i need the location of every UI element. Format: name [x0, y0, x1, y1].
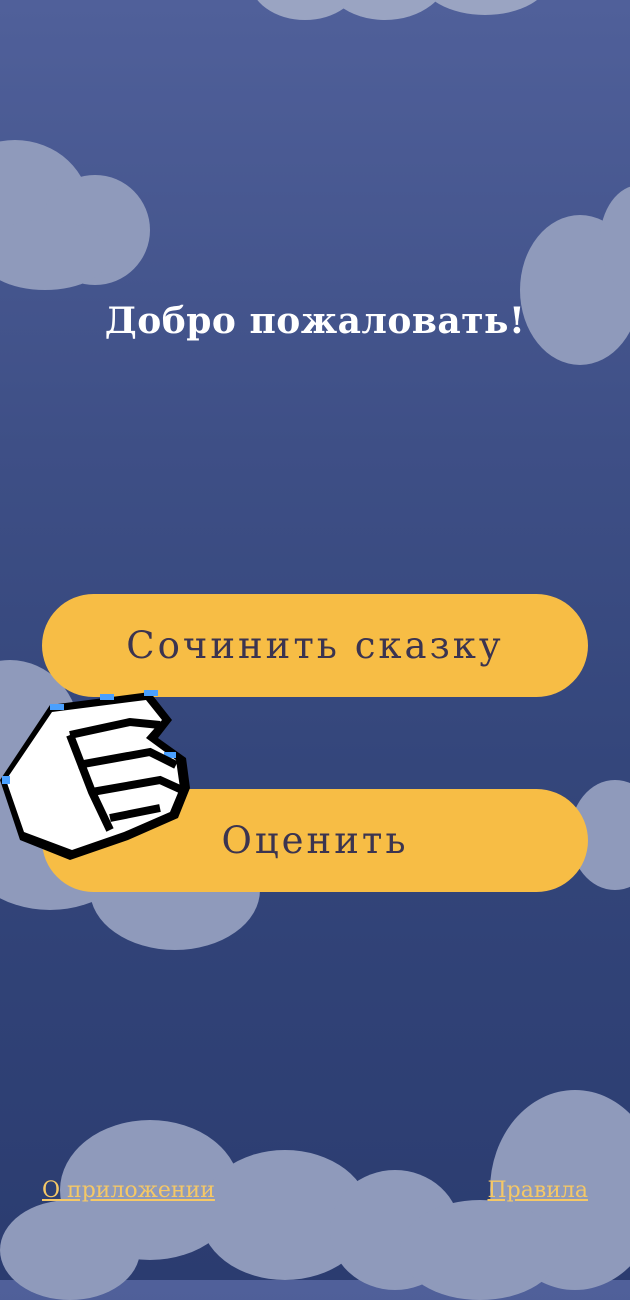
welcome-title: Добро пожаловать! [104, 300, 526, 342]
about-app-link[interactable]: О приложении [42, 1178, 215, 1203]
pointing-hand-cursor-icon [0, 690, 190, 860]
rules-link[interactable]: Правила [487, 1178, 588, 1203]
